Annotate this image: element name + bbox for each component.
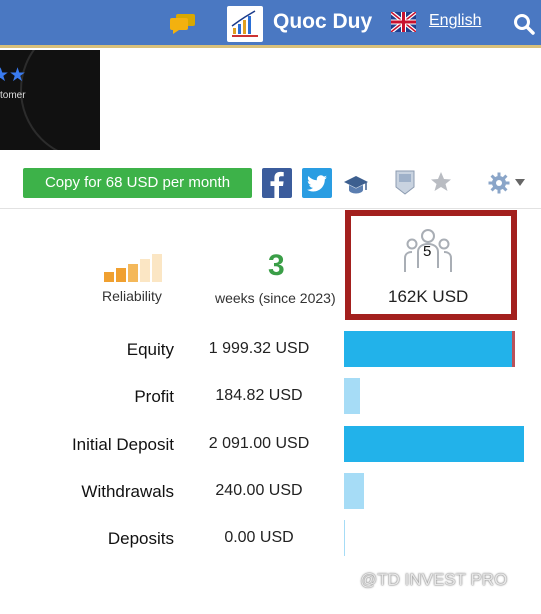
metric-value: 2 091.00 USD <box>208 435 310 452</box>
avatar-chart-icon <box>231 10 258 37</box>
metric-bar <box>344 473 364 509</box>
language-link[interactable]: English <box>429 12 481 30</box>
star-icon[interactable] <box>429 170 453 194</box>
profile-banner: ★ ★ tomer <box>0 50 100 150</box>
twitter-icon <box>306 175 327 192</box>
banner-text: tomer <box>0 90 26 101</box>
twitter-share-button[interactable] <box>302 168 332 198</box>
metric-value: 240.00 USD <box>215 482 303 499</box>
metric-label: Initial Deposit <box>71 435 174 454</box>
reliability-bars <box>104 250 168 282</box>
metric-bar <box>344 378 360 414</box>
copy-subscribe-button[interactable]: Copy for 68 USD per month <box>23 168 252 198</box>
uk-flag-icon[interactable] <box>391 12 416 32</box>
subscribers-count: 5 <box>423 243 432 260</box>
reliability-label: Reliability <box>102 288 162 304</box>
reliability-bar <box>140 259 150 282</box>
weeks-value: 3 <box>268 249 285 282</box>
rating-star-icon: ★ <box>0 65 10 86</box>
reliability-bar <box>116 268 126 282</box>
avatar[interactable] <box>227 6 263 42</box>
metric-value: 0.00 USD <box>224 529 294 546</box>
equity-drawdown-marker <box>512 331 515 367</box>
watermark: @TD INVEST PRO <box>360 570 508 589</box>
subscribers-funds: 162K USD <box>388 287 469 306</box>
facebook-icon <box>270 171 284 198</box>
reliability-bar <box>152 254 162 282</box>
reliability-bar <box>104 272 114 282</box>
facebook-share-button[interactable] <box>262 168 292 198</box>
metric-value: 184.82 USD <box>215 387 303 404</box>
metric-label: Equity <box>126 340 174 359</box>
search-icon[interactable] <box>513 13 535 35</box>
metric-bar <box>344 520 345 556</box>
top-bar: Quoc Duy English <box>0 0 541 48</box>
metric-label: Deposits <box>107 529 174 548</box>
weeks-label: weeks (since 2023) <box>215 290 336 306</box>
chat-icon[interactable] <box>170 14 196 34</box>
caret-down-icon[interactable] <box>515 179 525 186</box>
metric-bar <box>344 331 515 367</box>
reliability-bar <box>128 264 138 282</box>
divider <box>0 208 541 209</box>
metric-bar <box>344 426 524 462</box>
gear-icon[interactable] <box>488 172 510 194</box>
username[interactable]: Quoc Duy <box>273 10 372 34</box>
metric-label: Profit <box>134 387 174 406</box>
banner-arc <box>20 50 100 150</box>
graduation-cap-icon[interactable] <box>343 172 369 196</box>
metric-value: 1 999.32 USD <box>208 340 310 357</box>
rating-star-icon: ★ <box>9 65 27 86</box>
badge-icon[interactable] <box>395 169 415 195</box>
metric-label: Withdrawals <box>81 482 174 501</box>
